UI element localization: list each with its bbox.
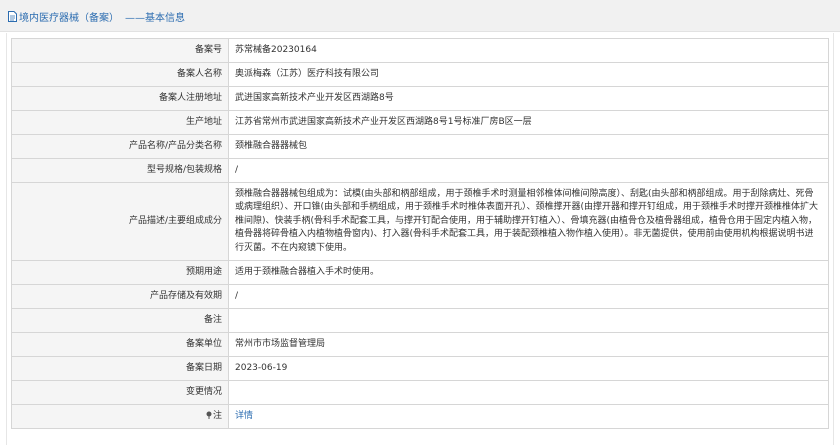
record-table: 备案号 苏常械备20230164 备案人名称 奥派梅森（江苏）医疗科技有限公司 … <box>11 38 829 429</box>
field-label: 型号规格/包装规格 <box>11 158 229 183</box>
note-label-cell: 注 <box>11 404 229 429</box>
field-value: 武进国家高新技术产业开发区西湖路8号 <box>228 86 829 111</box>
field-value: 奥派梅森（江苏）医疗科技有限公司 <box>228 62 829 87</box>
table-row: 备案号 苏常械备20230164 <box>11 38 829 63</box>
field-label: 变更情况 <box>11 380 229 405</box>
breadcrumb-category-link[interactable]: 境内医疗器械（备案） <box>19 9 119 24</box>
pin-icon <box>206 411 212 419</box>
field-label: 备案单位 <box>11 332 229 357</box>
field-value: 适用于颈椎融合器植入手术时使用。 <box>228 260 829 285</box>
field-label: 备注 <box>11 308 229 333</box>
field-value: / <box>228 284 829 309</box>
breadcrumb: 境内医疗器械（备案） ——基本信息 <box>8 9 185 24</box>
field-value: 颈椎融合器器械包组成为：试模(由头部和柄部组成，用于颈椎手术时测量相邻椎体间椎间… <box>228 182 829 261</box>
field-label: 备案人名称 <box>11 62 229 87</box>
table-row: 备案单位 常州市市场监督管理局 <box>11 332 829 357</box>
field-label: 预期用途 <box>11 260 229 285</box>
field-value: 苏常械备20230164 <box>228 38 829 63</box>
table-row: 型号规格/包装规格 / <box>11 158 829 183</box>
table-row: 变更情况 <box>11 380 829 405</box>
table-row: 注 详情 <box>11 404 829 429</box>
table-row: 备案人名称 奥派梅森（江苏）医疗科技有限公司 <box>11 62 829 87</box>
note-label: 注 <box>212 410 222 421</box>
table-row: 生产地址 江苏省常州市武进国家高新技术产业开发区西湖路8号1号标准厂房B区一层 <box>11 110 829 135</box>
field-value: 江苏省常州市武进国家高新技术产业开发区西湖路8号1号标准厂房B区一层 <box>228 110 829 135</box>
field-label: 产品存储及有效期 <box>11 284 229 309</box>
field-value <box>228 308 829 333</box>
note-value-cell: 详情 <box>228 404 829 429</box>
field-value: / <box>228 158 829 183</box>
field-value: 颈椎融合器器械包 <box>228 134 829 159</box>
table-row: 备案人注册地址 武进国家高新技术产业开发区西湖路8号 <box>11 86 829 111</box>
document-icon <box>8 10 17 22</box>
field-label: 产品名称/产品分类名称 <box>11 134 229 159</box>
field-label: 生产地址 <box>11 110 229 135</box>
field-label: 备案日期 <box>11 356 229 381</box>
table-row: 备注 <box>11 308 829 333</box>
breadcrumb-suffix: ——基本信息 <box>125 12 185 24</box>
table-row: 产品名称/产品分类名称 颈椎融合器器械包 <box>11 134 829 159</box>
table-row: 产品描述/主要组成成分 颈椎融合器器械包组成为：试模(由头部和柄部组成，用于颈椎… <box>11 182 829 261</box>
field-label: 备案号 <box>11 38 229 63</box>
field-value <box>228 380 829 405</box>
field-value: 常州市市场监督管理局 <box>228 332 829 357</box>
table-row: 产品存储及有效期 / <box>11 284 829 309</box>
details-link[interactable]: 详情 <box>235 411 253 421</box>
table-row: 备案日期 2023-06-19 <box>11 356 829 381</box>
field-label: 备案人注册地址 <box>11 86 229 111</box>
field-value: 2023-06-19 <box>228 356 829 381</box>
top-bar: 境内医疗器械（备案） ——基本信息 <box>0 0 840 32</box>
field-label: 产品描述/主要组成成分 <box>11 182 229 261</box>
table-row: 预期用途 适用于颈椎融合器植入手术时使用。 <box>11 260 829 285</box>
